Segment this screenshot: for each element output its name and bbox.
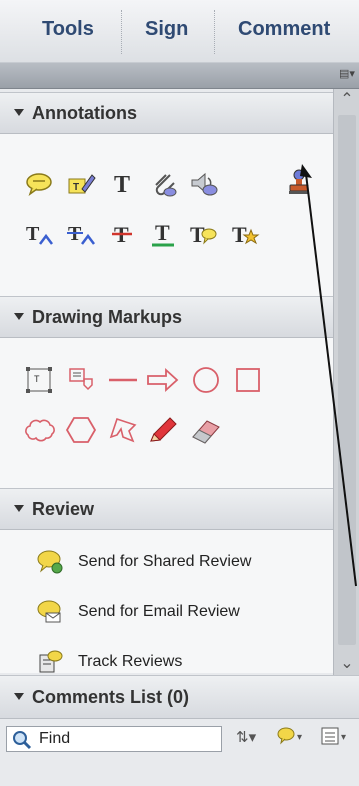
sort-icon[interactable]: ⇅▾ [236, 728, 256, 746]
highlight-text-icon[interactable]: T [64, 167, 98, 201]
send-email-review-item[interactable]: Send for Email Review [36, 597, 240, 627]
underline-text-icon[interactable]: T [146, 217, 180, 251]
scroll-track[interactable] [338, 115, 356, 645]
email-review-icon [37, 600, 61, 623]
find-label: Find [39, 730, 71, 747]
svg-text:T: T [73, 182, 79, 193]
section-title: Drawing Markups [32, 307, 183, 327]
review-item-label: Send for Shared Review [78, 553, 252, 570]
attach-file-icon[interactable] [146, 167, 180, 201]
annotations-header[interactable]: Annotations [0, 92, 333, 134]
svg-text:▾: ▾ [341, 732, 346, 743]
tab-sign[interactable]: Sign [145, 18, 188, 41]
tab-divider [121, 10, 122, 54]
pencil-icon[interactable] [146, 413, 180, 447]
rectangle-icon[interactable] [231, 363, 265, 397]
text-correction-icon[interactable]: T [228, 217, 262, 251]
collapse-triangle-icon [14, 692, 24, 700]
panel-options-icon[interactable]: ▤▾ [339, 67, 357, 83]
strikethrough-icon[interactable]: T [106, 217, 140, 251]
find-toolbar: Find ⇅▾ ▾ ▾ [0, 719, 359, 786]
svg-text:T: T [155, 220, 170, 245]
svg-text:▾: ▾ [297, 732, 302, 743]
section-title: Review [32, 499, 95, 519]
tab-tools[interactable]: Tools [42, 18, 94, 41]
replace-text-icon[interactable]: T [64, 217, 98, 251]
review-header[interactable]: Review [0, 488, 333, 530]
text-box-icon[interactable]: T [22, 363, 56, 397]
review-panel: Send for Shared Review Send for Email Re… [0, 530, 333, 673]
polygon-icon[interactable] [64, 413, 98, 447]
shared-review-icon [37, 550, 63, 574]
section-title: Annotations [32, 103, 137, 123]
send-shared-review-item[interactable]: Send for Shared Review [36, 547, 251, 577]
scroll-up-icon[interactable]: ⌃ [334, 89, 359, 111]
collapse-triangle-icon [14, 312, 24, 320]
annotations-panel: T T T T T T T T [0, 134, 333, 296]
review-item-label: Track Reviews [78, 653, 183, 670]
add-stamp-icon[interactable] [282, 165, 316, 199]
insert-text-icon[interactable]: T [22, 217, 56, 251]
collapse-triangle-icon [14, 504, 24, 512]
vertical-scrollbar[interactable]: ⌃ ⌄ [333, 89, 359, 675]
comments-list-header[interactable]: Comments List (0) [0, 675, 359, 719]
track-reviews-icon [39, 650, 63, 673]
options-menu-icon[interactable]: ▾ [320, 725, 358, 752]
scroll-down-icon[interactable]: ⌄ [334, 653, 359, 675]
arrow-icon[interactable] [146, 363, 180, 397]
line-icon[interactable] [106, 363, 140, 397]
section-title: Comments List (0) [32, 687, 190, 707]
drawing-markups-header[interactable]: Drawing Markups [0, 296, 333, 338]
panel-header-strip: ▤▾ [0, 63, 359, 89]
connected-lines-icon[interactable] [106, 413, 140, 447]
oval-icon[interactable] [189, 363, 223, 397]
add-note-to-text-icon[interactable]: T [186, 217, 220, 251]
svg-text:T: T [34, 374, 40, 384]
find-input[interactable]: Find [6, 726, 222, 752]
filter-comments-icon[interactable]: ▾ [276, 725, 306, 752]
search-icon [13, 731, 32, 750]
eraser-icon[interactable] [189, 413, 223, 447]
sticky-note-icon[interactable] [22, 167, 56, 201]
track-reviews-item[interactable]: Track Reviews [36, 647, 182, 677]
drawing-markups-panel: T [0, 338, 333, 488]
cloud-icon[interactable] [22, 413, 56, 447]
review-item-label: Send for Email Review [78, 603, 240, 620]
tab-comment[interactable]: Comment [238, 18, 330, 41]
record-audio-icon[interactable] [186, 167, 220, 201]
tab-divider [214, 10, 215, 54]
svg-text:T: T [114, 172, 130, 196]
svg-text:T: T [26, 223, 40, 245]
collapse-triangle-icon [14, 108, 24, 116]
toolbar-tabs: Tools Sign Comment [0, 0, 359, 63]
add-text-icon[interactable]: T [106, 166, 140, 200]
callout-icon[interactable] [64, 363, 98, 397]
